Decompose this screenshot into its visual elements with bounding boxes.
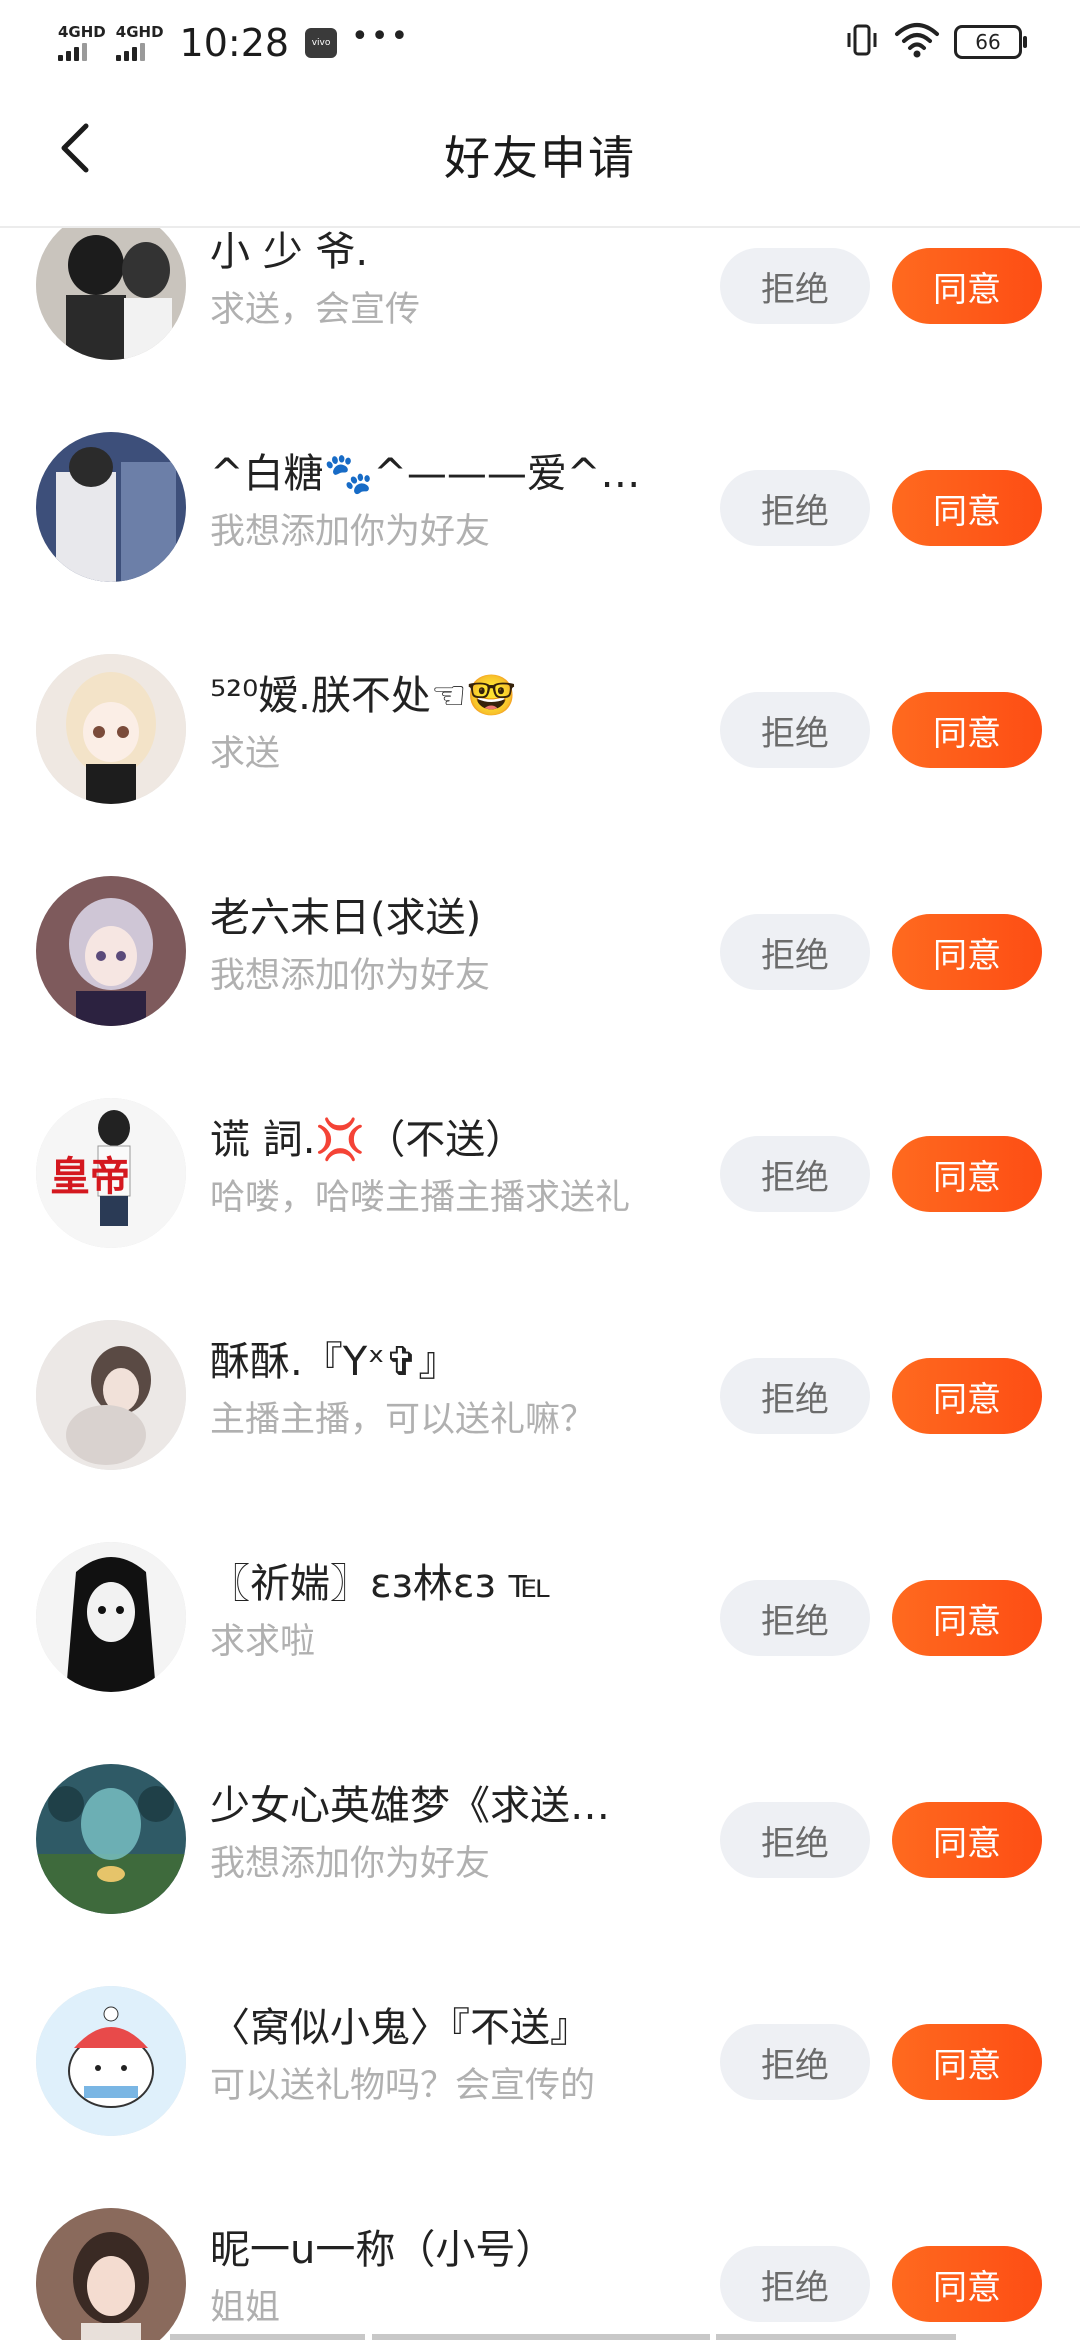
avatar[interactable]: [36, 876, 186, 1026]
avatar[interactable]: [36, 1764, 186, 1914]
signal-strength-1: 4GHD: [58, 25, 106, 61]
vivo-app-icon: vivo: [305, 28, 338, 58]
status-time: 10:28: [179, 21, 290, 65]
list-item[interactable]: ⁵²⁰嫒.朕不处☜🤓 求送 拒绝 同意: [0, 618, 1080, 840]
request-message: 求送，会宣传: [210, 290, 421, 330]
list-item[interactable]: 〈窝似小鬼〉『不送』 可以送礼物吗？会宣传的 拒绝 同意: [0, 1950, 1080, 2172]
requester-name: 谎 詞.💢（不送）: [210, 1117, 526, 1163]
page-title: 好友申请: [444, 131, 636, 185]
network-type-label: 4GHD: [115, 23, 164, 41]
battery-icon: 66: [954, 25, 1027, 59]
signal-bars-icon: [58, 43, 90, 61]
reject-button[interactable]: 拒绝: [720, 248, 870, 324]
agree-button[interactable]: 同意: [892, 1358, 1042, 1434]
header: 好友申请: [0, 84, 1080, 228]
reject-button[interactable]: 拒绝: [720, 914, 870, 990]
request-message: 可以送礼物吗？会宣传的: [210, 2066, 596, 2106]
list-item[interactable]: 昵一u一称（小号） 姐姐 拒绝 同意: [0, 2172, 1080, 2340]
reject-button[interactable]: 拒绝: [720, 1580, 870, 1656]
avatar[interactable]: [36, 654, 186, 804]
list-item[interactable]: ^白糖🐾^———爱^冰… 我想添加你为好友 拒绝 同意: [0, 396, 1080, 618]
requester-name: ^白糖🐾^———爱^冰…: [210, 451, 680, 497]
list-item[interactable]: 少女心英雄梦《求送… 我想添加你为好友 拒绝 同意: [0, 1728, 1080, 1950]
agree-button[interactable]: 同意: [892, 1802, 1042, 1878]
friend-request-list[interactable]: 小 少 爷. 求送，会宣传 拒绝 同意 ^白糖🐾^———爱^冰… 我想添加你为好…: [0, 228, 1080, 2340]
list-item[interactable]: 老六末日(求送) 我想添加你为好友 拒绝 同意: [0, 840, 1080, 1062]
reject-button[interactable]: 拒绝: [720, 692, 870, 768]
avatar[interactable]: [36, 1320, 186, 1470]
requester-name: ⁵²⁰嫒.朕不处☜🤓: [210, 673, 517, 719]
back-button[interactable]: [46, 120, 106, 180]
status-bar-left: 4GHD 4GHD 10:28 vivo •••: [58, 18, 410, 68]
request-message: 我想添加你为好友: [210, 1844, 491, 1884]
agree-button[interactable]: 同意: [892, 248, 1042, 324]
signal-strength-2: 4GHD: [115, 23, 164, 61]
requester-name: 〈窝似小鬼〉『不送』: [210, 2005, 590, 2051]
bottom-scroll-hint: [0, 2334, 1080, 2340]
request-message: 我想添加你为好友: [210, 512, 491, 552]
agree-button[interactable]: 同意: [892, 2246, 1042, 2322]
avatar[interactable]: [36, 1542, 186, 1692]
signal-bars-icon: [115, 43, 148, 61]
request-message: 主播主播，可以送礼嘛？: [210, 1400, 596, 1440]
request-message: 求送: [210, 734, 281, 774]
requester-name: 昵一u一称（小号）: [210, 2227, 556, 2273]
reject-button[interactable]: 拒绝: [720, 470, 870, 546]
avatar[interactable]: [36, 1986, 186, 2136]
list-scroll-content: 小 少 爷. 求送，会宣传 拒绝 同意 ^白糖🐾^———爱^冰… 我想添加你为好…: [0, 228, 1080, 2340]
requester-name: 〖祈媏〗εз林εз ℡: [210, 1561, 552, 1607]
avatar[interactable]: [36, 432, 186, 582]
reject-button[interactable]: 拒绝: [720, 2246, 870, 2322]
reject-button[interactable]: 拒绝: [720, 2024, 870, 2100]
request-message: 我想添加你为好友: [210, 956, 491, 996]
list-item[interactable]: 〖祈媏〗εз林εз ℡ 求求啦 拒绝 同意: [0, 1506, 1080, 1728]
status-bar: 4GHD 4GHD 10:28 vivo ••• 66: [0, 0, 1080, 84]
network-type-label: 4GHD: [58, 23, 106, 41]
request-message: 姐姐: [210, 2288, 281, 2328]
list-item[interactable]: 小 少 爷. 求送，会宣传 拒绝 同意: [0, 228, 1080, 396]
agree-button[interactable]: 同意: [892, 2024, 1042, 2100]
agree-button[interactable]: 同意: [892, 914, 1042, 990]
request-message: 哈喽，哈喽主播主播求送礼: [210, 1178, 631, 1218]
list-item[interactable]: 酥酥.『Yˣ✞』 主播主播，可以送礼嘛？ 拒绝 同意: [0, 1284, 1080, 1506]
agree-button[interactable]: 同意: [892, 470, 1042, 546]
requester-name: 酥酥.『Yˣ✞』: [210, 1339, 459, 1385]
agree-button[interactable]: 同意: [892, 692, 1042, 768]
list-item[interactable]: 皇帝 谎 詞.💢（不送） 哈喽，哈喽主播主播求送礼 拒绝 同意: [0, 1062, 1080, 1284]
svg-text:皇帝: 皇帝: [50, 1153, 130, 1200]
requester-name: 少女心英雄梦《求送…: [210, 1783, 610, 1829]
agree-button[interactable]: 同意: [892, 1580, 1042, 1656]
avatar[interactable]: [36, 2208, 186, 2340]
more-notifications-icon: •••: [351, 19, 411, 54]
reject-button[interactable]: 拒绝: [720, 1136, 870, 1212]
avatar[interactable]: [36, 228, 186, 360]
wifi-icon: [894, 20, 940, 64]
avatar[interactable]: 皇帝: [36, 1098, 186, 1248]
agree-button[interactable]: 同意: [892, 1136, 1042, 1212]
requester-name: 老六末日(求送): [210, 895, 482, 941]
reject-button[interactable]: 拒绝: [720, 1802, 870, 1878]
status-bar-right: 66: [842, 20, 1027, 64]
reject-button[interactable]: 拒绝: [720, 1358, 870, 1434]
requester-name: 小 少 爷.: [210, 229, 369, 275]
request-message: 求求啦: [210, 1622, 316, 1662]
vibrate-icon: [842, 20, 882, 64]
chevron-left-icon: [56, 120, 96, 180]
